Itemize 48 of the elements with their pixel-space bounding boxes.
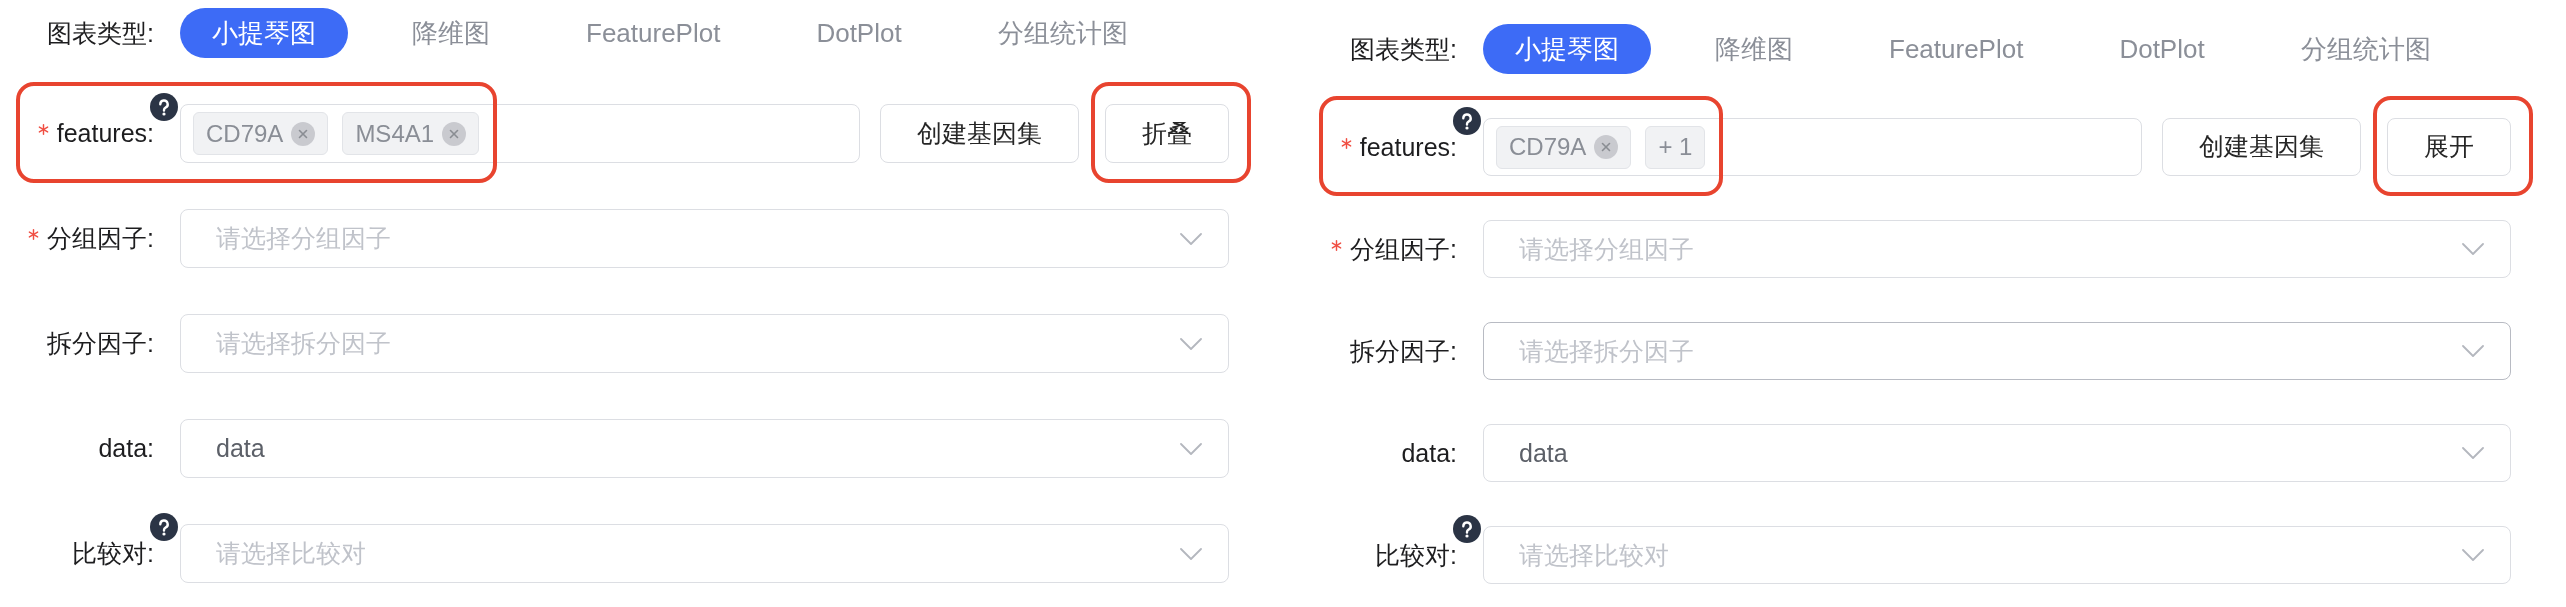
field-label: 图表类型: [1350,36,1457,62]
tag-text: CD79A [206,121,284,146]
action-button[interactable]: 创建基因集 [880,104,1079,163]
field-label: 拆分因子: [47,331,154,356]
close-icon[interactable] [442,121,467,146]
chart-type-tab[interactable]: FeaturePlot [1857,24,2056,74]
select-field[interactable]: 请选择拆分因子 [1483,322,2511,380]
field-label: 分组因子: [1350,236,1457,262]
field-label: data: [98,436,154,461]
field-label: 图表类型: [47,20,154,46]
help-icon[interactable] [1453,515,1481,543]
feature-tag[interactable]: MS4A1 [342,112,480,155]
feature-tag[interactable]: CD79A [193,112,329,155]
field-label: 比较对: [72,541,154,566]
field-label: features: [1359,134,1457,160]
action-button[interactable]: 展开 [2387,118,2511,176]
chart-type-tab[interactable]: 降维图 [380,8,522,58]
close-icon[interactable] [291,121,316,146]
chart-type-tab[interactable]: DotPlot [784,8,934,58]
select-field[interactable]: 请选择拆分因子 [180,314,1229,373]
select-field[interactable]: 请选择比较对 [180,524,1229,583]
field-label: features: [56,121,154,146]
chart-type-tab[interactable]: FeaturePlot [554,8,753,58]
help-icon[interactable] [1453,107,1481,135]
chart-type-tab[interactable]: DotPlot [2087,24,2237,74]
chart-type-tab[interactable]: 分组统计图 [2268,24,2463,74]
field-label: 比较对: [1375,542,1457,568]
chart-type-tab[interactable]: 降维图 [1683,24,1825,74]
chart-type-tab[interactable]: 小提琴图 [180,8,348,58]
close-icon[interactable] [1594,135,1619,159]
select-field[interactable]: 请选择比较对 [1483,526,2511,584]
chart-type-tab[interactable]: 分组统计图 [965,8,1160,58]
action-button[interactable]: 创建基因集 [2162,118,2361,176]
chart-type-tab[interactable]: 小提琴图 [1483,24,1651,74]
help-icon[interactable] [150,513,178,541]
tag-text: CD79A [1509,135,1587,159]
feature-tag[interactable]: CD79A [1496,125,1632,169]
tag-text: + 1 [1658,135,1693,159]
field-label: data: [1401,440,1457,466]
select-field[interactable]: 请选择分组因子 [1483,220,2511,278]
select-field[interactable]: 请选择分组因子 [180,209,1229,268]
select-field[interactable]: data [180,419,1229,478]
select-field[interactable]: data [1483,424,2511,482]
action-button[interactable]: 折叠 [1105,104,1229,163]
tag-text: MS4A1 [355,121,435,146]
help-icon[interactable] [150,93,178,121]
field-label: 拆分因子: [1350,338,1457,364]
field-label: 分组因子: [47,226,154,251]
